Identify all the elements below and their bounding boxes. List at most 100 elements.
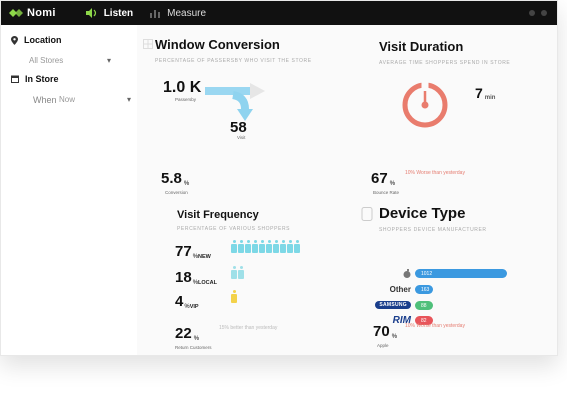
frequency-value: 77 [175,243,192,260]
sidebar-instore[interactable]: In Store [11,74,59,84]
main-nav: Listen Measure [82,1,210,25]
person-icon [259,240,265,253]
frequency-row: 18% LOCAL [175,266,244,286]
device-type-title: Device Type [379,205,466,222]
device-row: 1012 [361,268,551,280]
person-icon [238,240,244,253]
frequency-label: LOCAL [198,280,217,286]
when-select[interactable]: Now ▾ [59,92,135,106]
apple-icon [403,268,411,280]
samsung-icon: SAMSUNG [375,301,411,309]
frequency-value: 18 [175,269,192,286]
person-icon [287,240,293,253]
bounce-unit: % [389,181,396,187]
device-count: 163 [421,286,430,293]
nav-measure[interactable]: Measure [145,1,210,25]
device-type-panel: Device Type Shoppers device manufacturer… [361,205,551,355]
visit-frequency-title: Visit Frequency [177,209,259,221]
phone-icon [361,207,373,221]
chevron-down-icon: ▾ [106,55,111,65]
window-conversion-panel: Window Conversion Percentage of passersb… [143,37,335,207]
person-icon [252,240,258,253]
person-icon [273,240,279,253]
apple-value: 70 [373,323,390,340]
top-bar: Nomi Listen Measure [1,1,557,25]
conversion-unit: % [183,181,190,187]
location-value: All Stores [29,55,64,65]
visits-value: 58 [230,119,247,136]
apple-caption: Apple [377,343,389,348]
frequency-row: 77% NEW [175,240,300,260]
device-bar: 1012 [415,269,507,278]
chevron-down-icon: ▾ [126,94,131,104]
visit-duration-panel: Visit Duration Average time shoppers spe… [371,39,549,209]
return-stat: 22 % [175,325,199,342]
conversion-caption: Conversion [165,190,188,195]
app-window: Nomi Listen Measure Location All Stores … [0,0,558,356]
sidebar: Location All Stores ▾ In Store When Now … [1,25,138,355]
people-icons [231,266,245,284]
speaker-icon [85,8,96,18]
window-icon [143,39,153,49]
device-bar: 88 [415,301,433,310]
bounce-value: 67 [371,170,388,187]
location-select[interactable]: All Stores ▾ [29,53,115,67]
frequency-comparison: 15% better than yesterday [219,325,278,331]
people-icons [231,240,301,258]
person-icon [280,240,286,253]
device-comparison: 10% Worse than yesterday [405,323,465,329]
person-icon [245,240,251,253]
device-count: 1012 [421,270,433,277]
frequency-label: NEW [198,254,211,260]
visits-caption: Visit [237,135,246,140]
settings-icon[interactable] [529,10,535,16]
store-icon [11,75,19,83]
chart-icon [150,10,161,18]
window-conversion-subtitle: Percentage of passersby who visit the st… [155,58,312,64]
person-icon [238,266,244,279]
window-controls [529,10,547,16]
close-icon[interactable] [541,10,547,16]
visit-frequency-subtitle: Percentage of various shoppers [177,226,291,232]
visit-duration-subtitle: Average time shoppers spend in store [379,60,511,66]
people-icons [231,290,238,308]
duration-value: 7 [475,85,483,101]
passersby-value: 1.0 K [163,79,202,96]
window-conversion-title: Window Conversion [155,37,280,52]
apple-unit: % [391,334,398,340]
device-row: SAMSUNG 88 [361,301,551,311]
passersby-caption: Passersby [175,97,197,102]
person-icon [231,290,237,303]
device-row: Other 163 [361,285,551,295]
when-value: Now [59,94,76,104]
nav-listen-label: Listen [103,7,134,19]
instore-label: In Store [25,74,59,84]
location-pin-icon [11,35,18,45]
nav-measure-label: Measure [167,7,207,19]
brand-name: Nomi [27,7,56,19]
duration-comparison: 10% Worse than yesterday [405,170,465,176]
duration-ring-icon [402,79,448,128]
dashboard: Window Conversion Percentage of passersb… [137,25,557,355]
nomi-logo-icon [9,9,23,17]
device-type-subtitle: Shoppers device manufacturer [379,227,487,233]
sidebar-location[interactable]: Location [11,35,62,45]
person-icon [266,240,272,253]
duration-stat: 7 min [475,85,495,101]
conversion-stat: 5.8 % [161,170,189,187]
nav-listen[interactable]: Listen [82,1,137,25]
person-icon [294,240,300,253]
duration-unit: min [484,95,496,101]
location-label: Location [24,35,62,45]
device-name: Other [389,285,411,294]
return-caption: Return Customers [175,345,212,350]
bounce-stat: 67 % [371,170,395,187]
visit-duration-title: Visit Duration [379,39,464,54]
device-bar: 163 [415,285,433,294]
visit-frequency-panel: Visit Frequency Percentage of various sh… [175,209,357,355]
device-count: 88 [421,302,427,309]
bounce-caption: Bounce Rate [373,190,400,195]
person-icon [231,240,237,253]
return-unit: % [193,336,200,342]
frequency-label: VIP [189,304,199,310]
